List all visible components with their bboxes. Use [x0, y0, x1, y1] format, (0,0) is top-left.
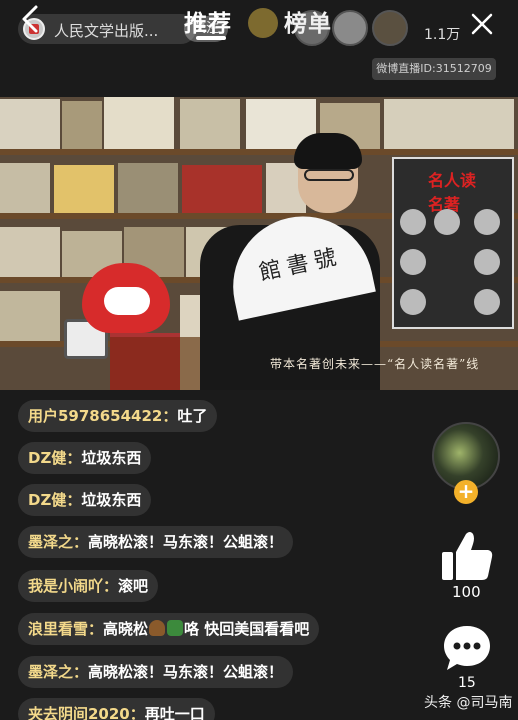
source-watermark: 头条 @司马南: [424, 695, 513, 711]
weibo-live-id: 微博直播ID:31512709: [372, 58, 496, 80]
comment-text: 吐了: [177, 407, 208, 425]
comment-text: 高晓松: [103, 620, 149, 638]
comment-item: 用户5978654422：吐了: [18, 400, 218, 432]
mascot-face: [104, 287, 150, 315]
comment-text: 高晓松滚！马东滚！公蛆滚！: [88, 663, 284, 681]
live-video[interactable]: 名人读名著 館書號 带本名著创未来——“名人读名著”线: [0, 97, 518, 390]
people-emoji-icon: [167, 620, 184, 636]
comment-text: 垃圾东西: [81, 491, 142, 509]
comment-item: DZ健：垃圾东西: [18, 442, 152, 474]
comment-user[interactable]: 浪里看雪：: [28, 620, 103, 638]
comment-user[interactable]: 墨泽之：: [28, 663, 88, 681]
plus-icon[interactable]: +: [454, 480, 478, 504]
comment-user[interactable]: DZ健：: [28, 449, 81, 467]
comment-item: 墨泽之：高晓松滚！马东滚！公蛆滚！: [18, 656, 294, 688]
comment-text: 咯 快回美国看看吧: [184, 620, 310, 638]
poster-portrait: [474, 249, 500, 275]
poster-portrait: [400, 209, 426, 235]
viewer-avatar[interactable]: [372, 10, 408, 46]
event-poster: 名人读名著: [392, 157, 514, 329]
comment-user[interactable]: 墨泽之：: [28, 533, 88, 551]
comment-user[interactable]: DZ健：: [28, 491, 81, 509]
comment-text: 垃圾东西: [81, 449, 142, 467]
channel-name[interactable]: 人民文学出版...: [54, 20, 158, 41]
book-stack: [110, 333, 180, 390]
host-glasses: [304, 169, 354, 181]
top-bar: 人民文学出版... 关注 推荐 榜单 1.1万: [0, 0, 518, 56]
poster-title: 名人读名著: [428, 171, 477, 214]
comment-item: 浪里看雪：高晓松 咯 快回美国看看吧: [18, 613, 320, 645]
viewer-count: 1.1万: [424, 27, 461, 43]
tab-recommend[interactable]: 推荐: [184, 4, 232, 38]
comment-text: 滚吧: [118, 577, 149, 595]
comment-item: 我是小闹吖：滚吧: [18, 570, 159, 602]
comment-item: 墨泽之：高晓松滚！马东滚！公蛆滚！: [18, 526, 294, 558]
viewer-avatar[interactable]: [332, 10, 368, 46]
poster-portrait: [474, 209, 500, 235]
active-tab-indicator: [196, 36, 226, 40]
fan-calligraphy: 館書號: [257, 244, 345, 286]
comment-user[interactable]: 用户5978654422：: [28, 407, 177, 425]
comment-text: 高晓松滚！马东滚！公蛆滚！: [88, 533, 284, 551]
poster-portrait: [474, 289, 500, 315]
comment-bubble-icon[interactable]: [442, 624, 492, 672]
close-icon[interactable]: [468, 10, 496, 38]
red-mascot: [82, 263, 170, 333]
like-count: 100: [452, 583, 481, 601]
comment-user[interactable]: 我是小闹吖：: [28, 577, 118, 595]
bookshelf-row: [0, 97, 518, 155]
video-caption: 带本名著创未来——“名人读名著”线: [270, 357, 480, 371]
comment-count: 15: [458, 675, 476, 691]
poop-emoji-icon: [149, 620, 166, 636]
comment-user[interactable]: 夹去阴间2020：: [28, 705, 145, 720]
comment-item: DZ健：垃圾东西: [18, 484, 152, 516]
poster-portrait: [400, 289, 426, 315]
thumbs-up-icon[interactable]: [440, 530, 494, 582]
poster-portrait: [434, 209, 460, 235]
comment-item: 夹去阴间2020：再吐一口: [18, 698, 215, 720]
comment-text: 再吐一口: [144, 705, 205, 720]
rank-medal-icon: [248, 8, 278, 38]
back-arrow-icon[interactable]: [16, 4, 46, 34]
tab-rank[interactable]: 榜单: [284, 4, 332, 38]
poster-portrait: [400, 249, 426, 275]
host-hair: [294, 133, 362, 169]
